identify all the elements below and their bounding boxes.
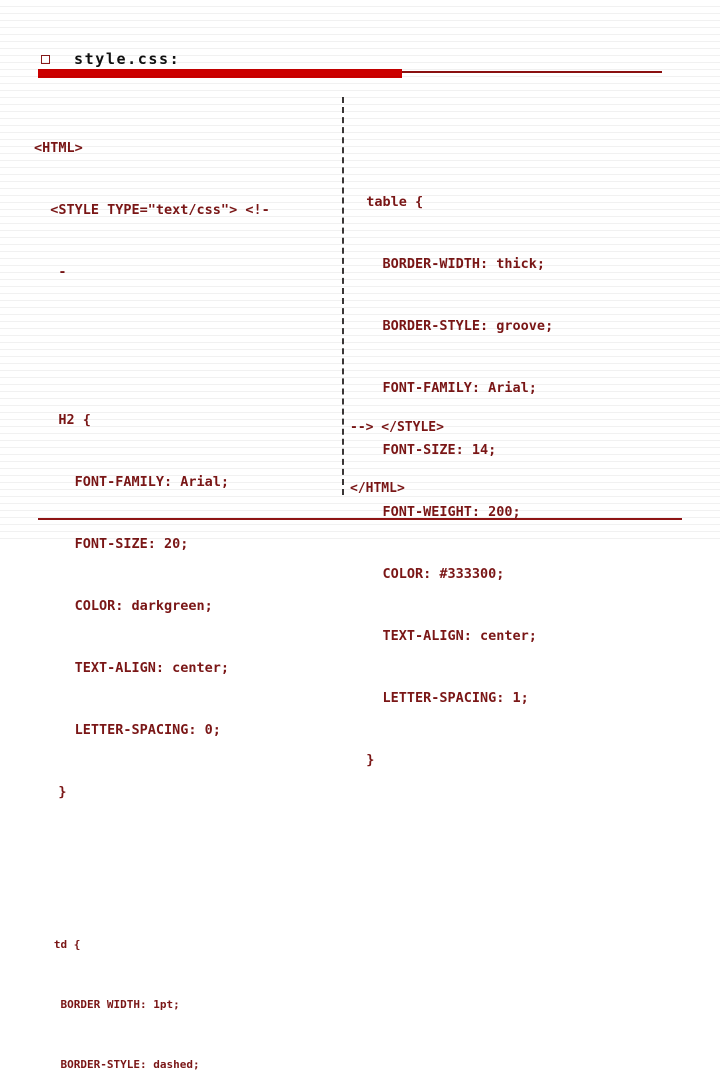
code-line: BORDER-STYLE: groove; bbox=[350, 318, 554, 334]
code-line: FONT-SIZE: 20; bbox=[34, 536, 189, 552]
code-line: } bbox=[34, 784, 67, 800]
code-line: BORDER-STYLE: dashed; bbox=[34, 1058, 200, 1071]
code-line: BORDER WIDTH: 1pt; bbox=[34, 998, 180, 1011]
code-line: } bbox=[350, 752, 375, 768]
code-line: </HTML> bbox=[350, 481, 405, 496]
code-line: table { bbox=[350, 194, 424, 210]
column-divider bbox=[342, 97, 344, 495]
code-line: COLOR: darkgreen; bbox=[34, 598, 213, 614]
code-line: TEXT-ALIGN: center; bbox=[350, 628, 537, 644]
code-line: TEXT-ALIGN: center; bbox=[34, 660, 230, 676]
code-line: - bbox=[34, 264, 67, 280]
code-line: BORDER-WIDTH: thick; bbox=[350, 256, 546, 272]
code-spacer bbox=[34, 341, 334, 351]
code-line: --> </STYLE> bbox=[350, 420, 444, 435]
code-line: LETTER-SPACING: 0; bbox=[34, 722, 221, 738]
code-line: LETTER-SPACING: 1; bbox=[350, 690, 529, 706]
code-line: H2 { bbox=[34, 412, 91, 428]
code-column-left: <HTML> <STYLE TYPE="text/css"> <!- - H2 … bbox=[34, 98, 334, 1080]
code-line: td { bbox=[34, 938, 81, 951]
code-column-right-closing: --> </STYLE> </HTML> bbox=[350, 378, 670, 538]
slide-canvas: style.css: <HTML> <STYLE TYPE="text/css"… bbox=[0, 0, 720, 1071]
square-bullet-icon bbox=[41, 55, 50, 64]
code-line: <HTML> bbox=[34, 140, 83, 156]
footer-rule bbox=[38, 518, 682, 520]
code-line: <STYLE TYPE="text/css"> <!- bbox=[34, 202, 270, 218]
code-spacer bbox=[34, 861, 334, 877]
code-line: COLOR: #333300; bbox=[350, 566, 505, 582]
page-title: style.css: bbox=[74, 50, 181, 68]
code-line: FONT-FAMILY: Arial; bbox=[34, 474, 230, 490]
title-underline-thick bbox=[38, 69, 402, 78]
